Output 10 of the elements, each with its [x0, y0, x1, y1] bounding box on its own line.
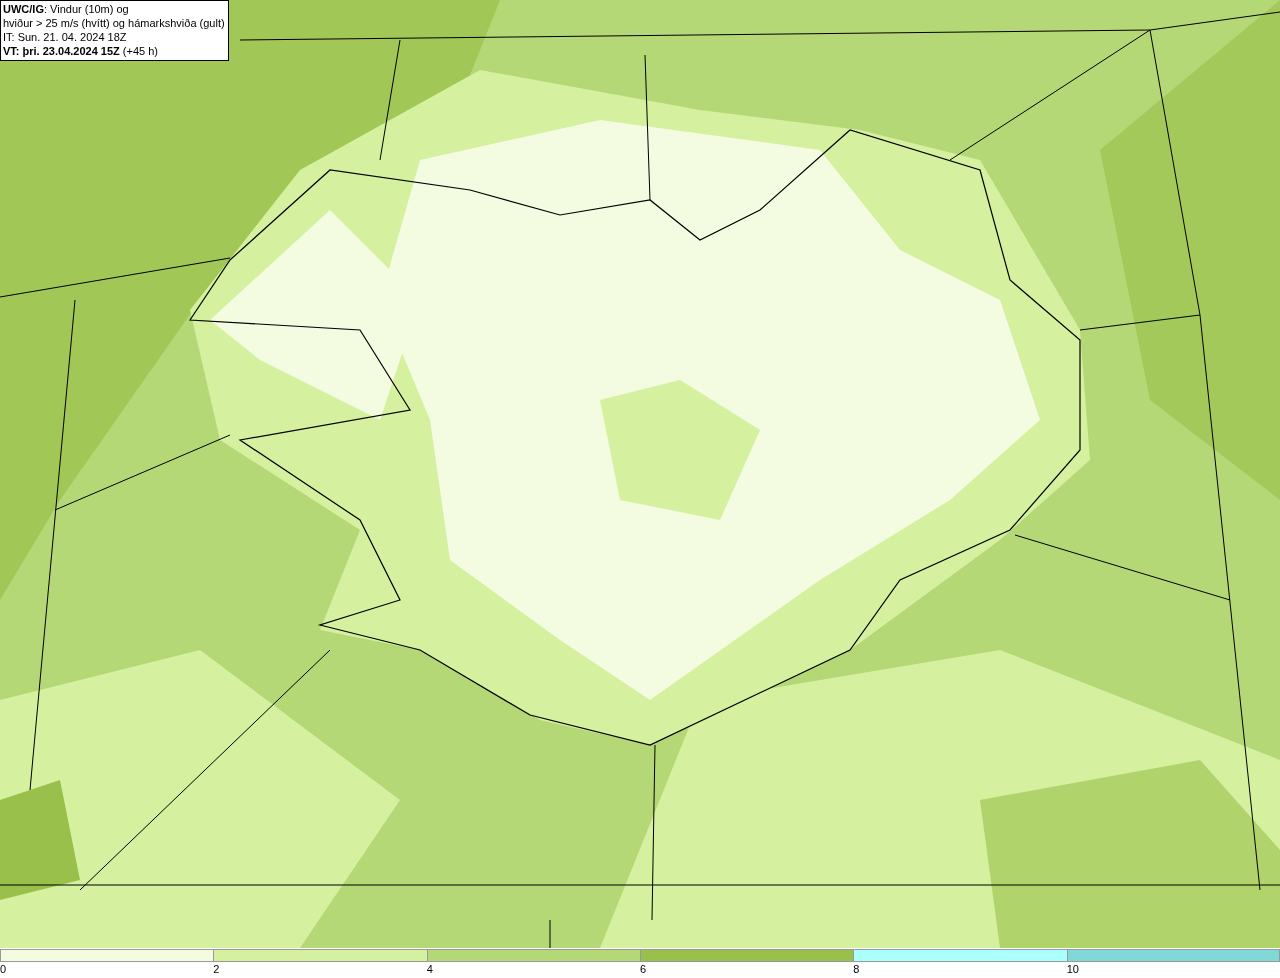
legend-label: 2 [213, 963, 220, 976]
legend-label: 4 [426, 963, 433, 976]
legend-label: 8 [853, 963, 860, 976]
caption-text: UWC/IG: Vindur (10m) og [3, 2, 130, 16]
legend-label: 0 [0, 963, 7, 976]
caption-text: IT: Sun. 21. 04. 2024 18Z [3, 30, 128, 44]
caption-text: VT: þri. 23.04.2024 15Z (+45 h) [3, 44, 159, 58]
legend-label: 6 [640, 963, 647, 976]
legend-label: 10 [1066, 963, 1079, 976]
caption-text: hviður > 25 m/s (hvítt) og hámarkshviða (gult) [3, 16, 225, 30]
